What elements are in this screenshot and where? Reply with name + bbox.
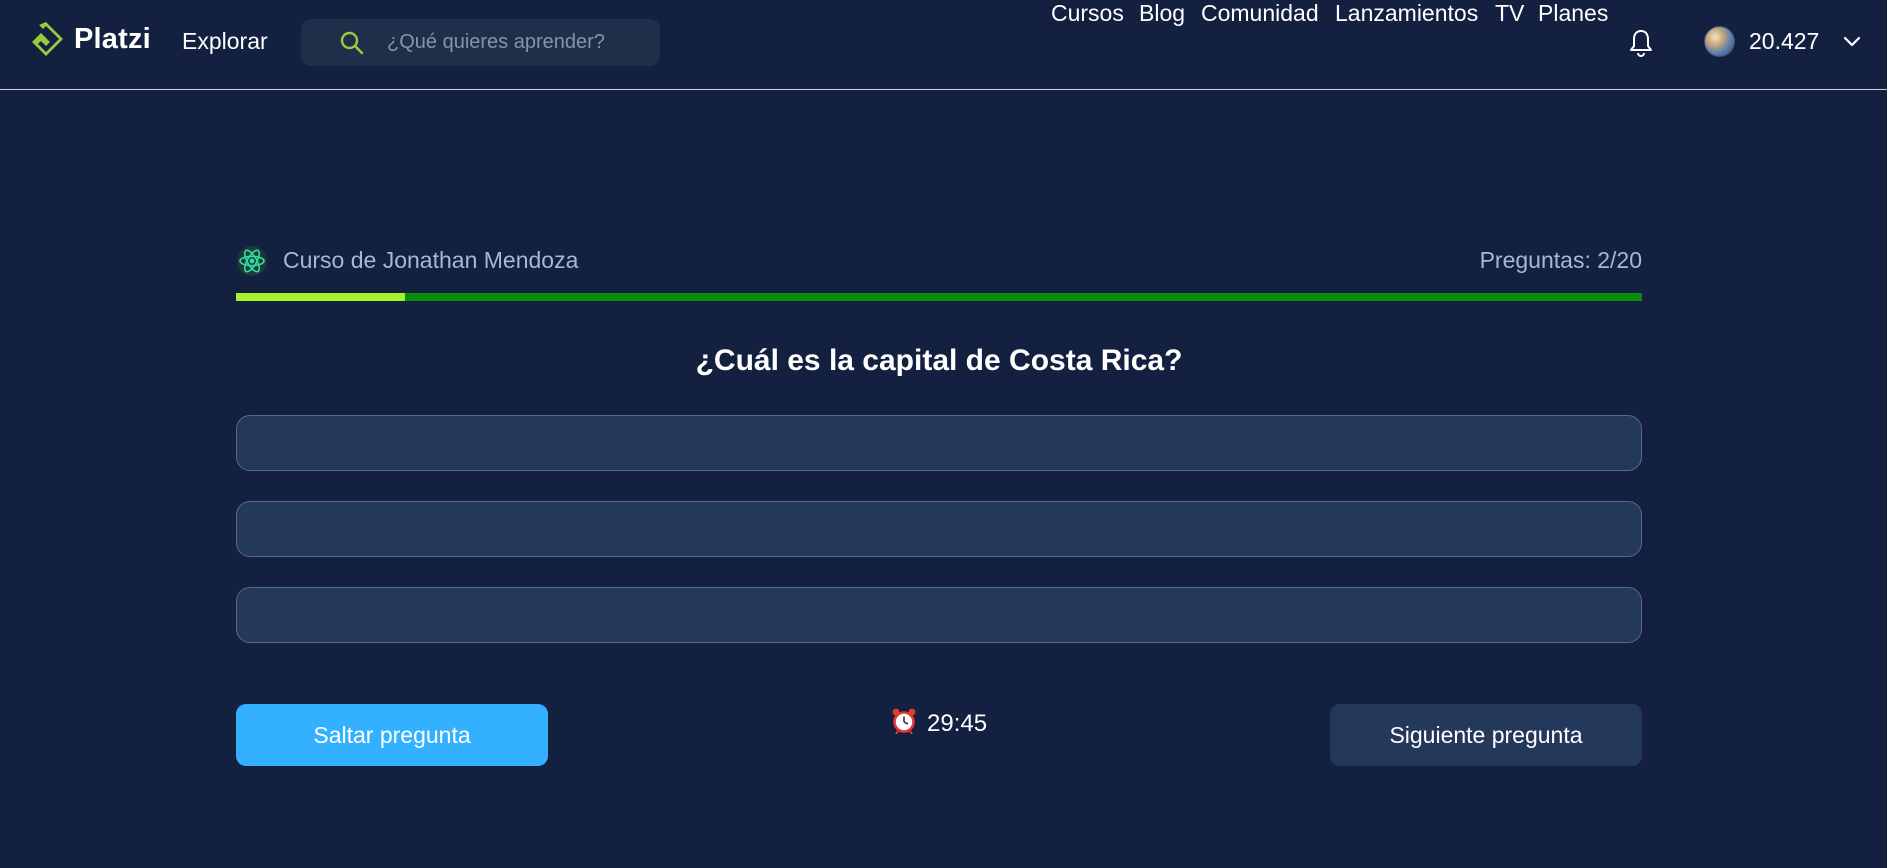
search-icon	[339, 30, 365, 61]
react-atom-icon	[236, 245, 268, 282]
search-bar[interactable]	[301, 19, 660, 66]
chevron-down-icon[interactable]	[1843, 35, 1861, 53]
question-text: ¿Cuál es la capital de Costa Rica?	[695, 344, 1183, 377]
user-points: 20.427	[1749, 28, 1820, 54]
nav-link-comunidad[interactable]: Comunidad	[1201, 0, 1319, 27]
quiz-progress-bar	[236, 293, 1642, 301]
avatar[interactable]	[1704, 26, 1735, 57]
next-question-button[interactable]: Siguiente pregunta	[1330, 704, 1642, 766]
platzi-logo[interactable]: Platzi	[26, 19, 151, 59]
quiz-timer: 29:45	[891, 707, 987, 740]
skip-question-button[interactable]: Saltar pregunta	[236, 704, 548, 766]
logo-text: Platzi	[74, 22, 151, 55]
nav-link-tv[interactable]: TV	[1495, 0, 1524, 27]
quiz-header: Curso de Jonathan Mendoza Preguntas: 2/2…	[236, 243, 1642, 279]
nav-link-planes[interactable]: Planes	[1538, 0, 1608, 27]
answer-option-2[interactable]	[236, 501, 1642, 557]
course-name: Curso de Jonathan Mendoza	[283, 247, 579, 273]
platzi-logo-icon	[26, 19, 66, 59]
alarm-clock-icon	[891, 707, 917, 740]
timer-value: 29:45	[927, 709, 988, 737]
nav-link-cursos[interactable]: Cursos	[1051, 0, 1124, 27]
bell-icon[interactable]	[1628, 28, 1654, 63]
nav-link-lanzamientos[interactable]: Lanzamientos	[1335, 0, 1478, 27]
top-navbar: Platzi Explorar Cursos Blog Comunidad La…	[0, 0, 1887, 90]
search-input[interactable]	[385, 19, 645, 66]
answer-option-1[interactable]	[236, 415, 1642, 471]
quiz-progress-fill	[236, 293, 405, 301]
answer-option-3[interactable]	[236, 587, 1642, 643]
explore-link[interactable]: Explorar	[182, 28, 268, 55]
nav-link-blog[interactable]: Blog	[1139, 0, 1185, 27]
question-count: Preguntas: 2/20	[1479, 247, 1642, 273]
